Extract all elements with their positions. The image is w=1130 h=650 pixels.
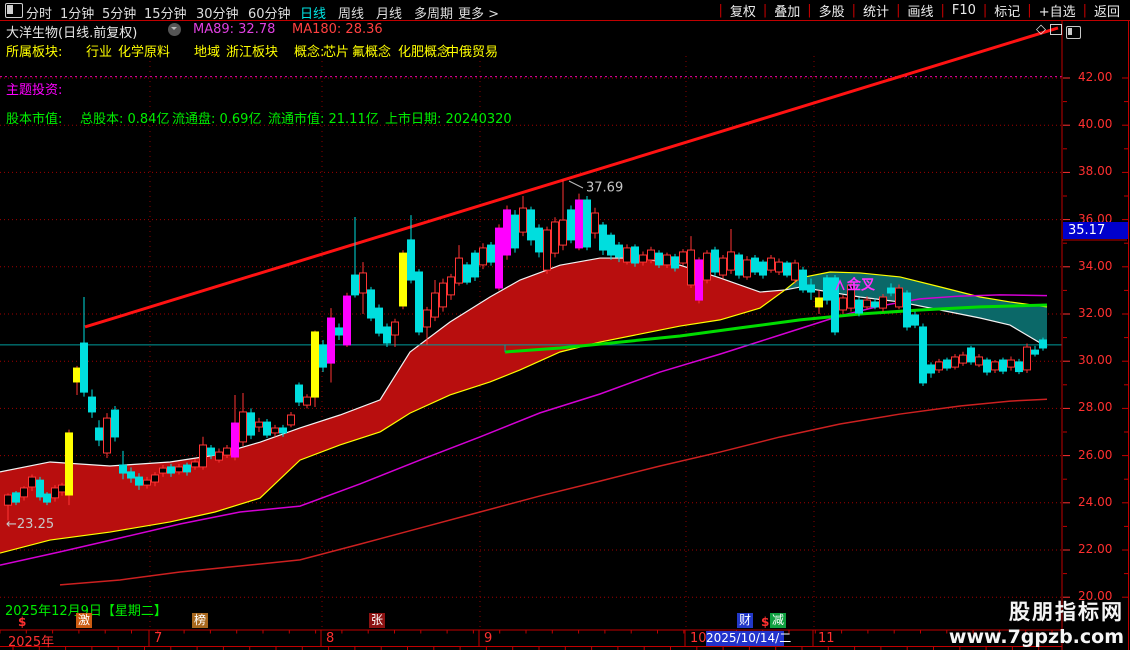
sector-tag-7[interactable]: 化肥概念 [398,41,450,60]
sector-tag-3[interactable]: 浙江板块 [226,41,278,60]
sector-tag-2[interactable]: 地域 [194,41,220,60]
action-button-5[interactable]: F10 [945,3,983,18]
y-tick-label: 42.00 [1078,70,1113,84]
period-tab-7[interactable]: 周线 [338,3,364,22]
event-marker-0[interactable]: $ [16,615,28,630]
watermark: 股朋指标网 www.7gpzb.com [949,596,1124,648]
mini-window-icon[interactable] [1050,24,1062,35]
event-marker-2[interactable]: 榜 [192,613,209,628]
sector-tag-0[interactable]: 行业 [86,41,112,60]
action-button-0[interactable]: 复权 [723,1,763,20]
capital-item-2: 流通盘: 0.69亿 [172,112,262,127]
window-split-icon[interactable] [5,3,23,18]
watermark-url: www.7gpzb.com [948,626,1124,648]
capital-item-1: 总股本: 0.84亿 [80,112,170,127]
sector-tag-6[interactable]: 氟概念 [352,41,391,60]
action-button-6[interactable]: 标记 [987,1,1027,20]
svg-text:37.69: 37.69 [586,181,623,196]
event-marker-4[interactable]: 财 [737,613,754,628]
toolbar-actions: | 复权 | 叠加 | 多股 | 统计 | 画线 | F10 | 标记 | +自选 | 返回 [718,1,1127,20]
sector-tag-5[interactable]: 芯片 [323,41,349,60]
event-marker-1[interactable]: 激 [76,613,93,628]
y-tick-label: 30.00 [1078,353,1113,368]
x-tick-label-month-7: 7 [154,631,163,646]
sector-label: 所属板块: [6,45,63,60]
period-tab-8[interactable]: 月线 [376,3,402,22]
action-button-3[interactable]: 统计 [856,1,896,20]
event-marker-3[interactable]: 张 [369,613,386,628]
action-button-2[interactable]: 多股 [812,1,852,20]
capital-item-0: 股本市值: [6,112,63,127]
action-button-8[interactable]: 返回 [1087,1,1127,20]
action-button-1[interactable]: 叠加 [767,1,807,20]
sector-tag-8[interactable]: 中俄贸易 [446,41,498,60]
period-tab-2[interactable]: 5分钟 [102,3,136,22]
x-tick-label-month-11: 11 [818,631,835,646]
period-tab-6[interactable]: 日线 [300,3,326,22]
chevron-down-icon[interactable] [168,23,181,36]
y-tick-label: 24.00 [1078,494,1113,509]
x-tick-label-month-8: 8 [326,631,335,646]
y-tick-label: 38.00 [1078,164,1113,179]
app-window: 分时 1分钟 5分钟 15分钟 30分钟 60分钟 日线 周线 月线 多周期 更多 > | 复权 | 叠加… [0,0,1130,650]
event-marker-6[interactable]: 减 [770,613,787,628]
period-tab-5[interactable]: 60分钟 [248,3,291,22]
y-tick-label: 34.00 [1078,258,1113,273]
period-tab-4[interactable]: 30分钟 [196,3,239,22]
period-tab-10[interactable]: 更多 > [458,3,499,22]
x-tick-label-month-10: 10 [690,631,707,646]
period-tab-9[interactable]: 多周期 [414,3,453,22]
action-button-7[interactable]: +自选 [1032,1,1083,20]
y-tick-label: 28.00 [1078,400,1113,415]
y-tick-label: 32.00 [1078,306,1113,320]
ma180-value: MA180: 28.36 [292,22,383,37]
y-tick-label: 40.00 [1078,117,1113,132]
period-tab-3[interactable]: 15分钟 [144,3,187,22]
capital-item-3: 流通市值: 21.11亿 [268,112,379,127]
theme-label: 主题投资: [6,83,63,98]
watermark-site-name: 股朋指标网 [1009,600,1124,624]
action-button-4[interactable]: 画线 [900,1,940,20]
period-tab-0[interactable]: 分时 [26,3,52,22]
top-toolbar: 分时 1分钟 5分钟 15分钟 30分钟 60分钟 日线 周线 月线 多周期 更多 > | 复权 | 叠加… [0,0,1130,22]
x-axis-year-label: 2025年 [8,635,55,650]
capital-item-4: 上市日期: 20240320 [385,112,512,127]
x-tick-label-month-9: 9 [484,631,493,646]
ma89-value: MA89: 32.78 [193,22,276,37]
y-tick-label: 22.00 [1078,542,1113,556]
svg-text:←23.25: ←23.25 [6,517,54,532]
sector-tag-1[interactable]: 化学原料 [118,41,170,60]
sector-tag-4[interactable]: 概念: [294,41,324,60]
chart-corner-icons[interactable]: ◇ [1036,22,1062,37]
y-tick-label: 26.00 [1078,447,1113,462]
highlighted-date-box: 2025/10/14/二 [706,630,792,646]
period-tab-1[interactable]: 1分钟 [60,3,94,22]
axis-panel-icon[interactable] [1066,26,1081,39]
stock-title: 大洋生物(日线.前复权) [6,26,138,41]
svg-text:金叉: 金叉 [846,277,876,294]
candlestick-chart[interactable]: ←23.25 37.69 金叉 [0,0,1130,650]
current-price-badge: 35.17 [1063,222,1128,239]
